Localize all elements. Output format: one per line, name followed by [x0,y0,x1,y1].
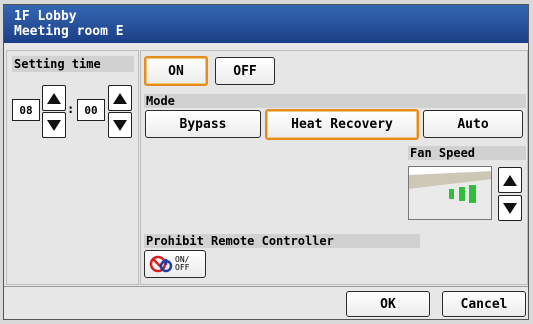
arrow-down-icon [113,119,127,131]
arrow-down-icon [47,119,61,131]
arrow-up-icon [47,92,61,104]
fan-speed-graphic [409,171,491,219]
setting-time-label: Setting time [14,57,101,71]
title-line-1: 1F Lobby [14,9,77,24]
prohibit-remote-icon [149,255,173,273]
minutes-down-button[interactable] [108,112,132,138]
cancel-button[interactable]: Cancel [442,291,526,317]
off-button[interactable]: OFF [215,57,275,85]
time-separator: : [67,102,75,116]
hours-up-button[interactable] [42,85,66,111]
prohibit-button-text-line-2: OFF [175,263,190,272]
hours-field[interactable]: 08 [12,99,40,121]
fan-speed-bar-3 [469,185,476,203]
fan-speed-label: Fan Speed [410,146,476,160]
hours-down-button[interactable] [42,112,66,138]
arrow-up-icon [113,92,127,104]
arrow-down-icon [503,202,517,214]
minutes-field[interactable]: 00 [77,99,105,121]
fan-speed-down-button[interactable] [498,195,522,221]
prohibit-onoff-button[interactable]: ON/ OFF [144,250,206,278]
fan-speed-bar-2 [459,187,465,201]
prohibit-button-text: ON/ OFF [175,256,189,272]
mode-header [144,94,526,108]
fan-speed-indicator [408,166,492,220]
footer-divider [4,286,528,287]
mode-auto-button[interactable]: Auto [423,110,523,138]
on-button[interactable]: ON [144,56,208,86]
arrow-up-icon [503,174,517,186]
title-line-2: Meeting room E [14,24,124,39]
minutes-up-button[interactable] [108,85,132,111]
mode-heat-recovery-button[interactable]: Heat Recovery [265,109,419,140]
fan-speed-bar-1 [449,189,454,199]
dialog-window: 1F Lobby Meeting room E Setting time 08 … [3,4,529,320]
ok-button[interactable]: OK [346,291,430,317]
prohibit-label: Prohibit Remote Controller [146,234,334,248]
title-bar: 1F Lobby Meeting room E [4,5,528,43]
fan-speed-up-button[interactable] [498,167,522,193]
mode-bypass-button[interactable]: Bypass [145,110,261,138]
mode-label: Mode [146,94,175,108]
